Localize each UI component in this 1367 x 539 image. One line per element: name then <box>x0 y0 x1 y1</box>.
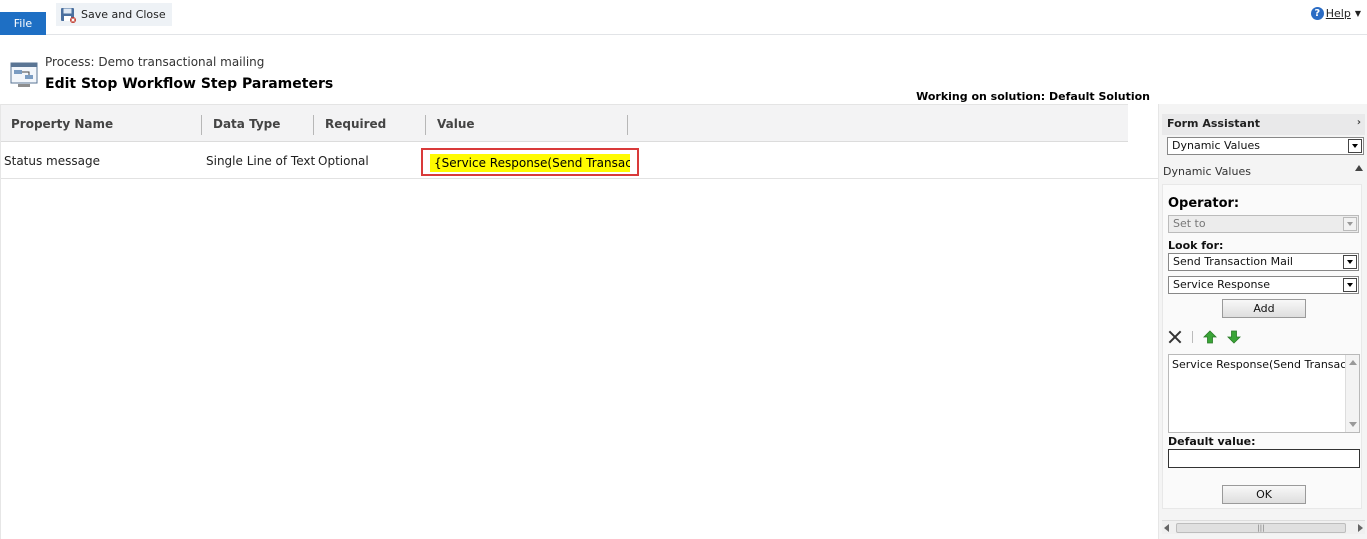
operator-value: Set to <box>1173 217 1206 230</box>
divider <box>1192 331 1193 343</box>
file-tab[interactable]: File <box>0 12 46 35</box>
form-assistant-mode-select[interactable]: Dynamic Values <box>1167 137 1364 155</box>
add-button[interactable]: Add <box>1222 299 1306 318</box>
save-close-icon <box>60 7 76 23</box>
delete-icon[interactable] <box>1168 330 1182 344</box>
page-header: Process: Demo transactional mailing Edit… <box>0 36 1160 104</box>
column-header-property-name[interactable]: Property Name <box>11 117 113 131</box>
move-down-icon[interactable] <box>1227 330 1241 344</box>
selected-dynamic-values-list[interactable]: Service Response(Send Transaction Mail) <box>1168 354 1360 433</box>
chevron-down-icon: ▼ <box>1354 9 1361 18</box>
column-separator[interactable] <box>425 115 426 135</box>
form-assistant-mode-value: Dynamic Values <box>1172 139 1260 152</box>
horizontal-scrollbar[interactable]: ||| <box>1162 520 1365 534</box>
dropdown-arrow-icon[interactable] <box>1343 278 1357 292</box>
cell-property-name: Status message <box>4 154 100 168</box>
look-for-entity-select[interactable]: Send Transaction Mail <box>1168 253 1359 271</box>
column-header-value[interactable]: Value <box>437 117 475 131</box>
help-icon: ? <box>1310 7 1324 20</box>
value-field-text[interactable]: {Service Response(Send Transaction Mail)… <box>430 154 630 172</box>
form-assistant-header[interactable]: Form Assistant › <box>1162 114 1365 135</box>
dropdown-arrow-icon[interactable] <box>1343 217 1357 231</box>
value-field[interactable]: {Service Response(Send Transaction Mail)… <box>421 148 639 176</box>
operator-label: Operator: <box>1168 196 1240 211</box>
help-label: Help <box>1325 7 1351 20</box>
process-icon <box>10 62 38 88</box>
column-header-required[interactable]: Required <box>325 117 386 131</box>
column-separator[interactable] <box>201 115 202 135</box>
look-for-label: Look for: <box>1168 239 1224 252</box>
dynamic-values-section-title: Dynamic Values <box>1163 165 1251 178</box>
column-header-data-type[interactable]: Data Type <box>213 117 280 131</box>
look-for-entity-value: Send Transaction Mail <box>1173 255 1293 268</box>
ok-button[interactable]: OK <box>1222 485 1306 504</box>
scroll-up-icon[interactable] <box>1349 360 1357 365</box>
ribbon: File Save and Close ? Help ▼ <box>0 0 1367 35</box>
form-assistant-panel: Form Assistant › Dynamic Values Dynamic … <box>1159 104 1367 539</box>
process-label: Process: Demo transactional mailing <box>45 55 265 69</box>
save-and-close-button[interactable]: Save and Close <box>56 3 172 26</box>
grid-header: Property Name Data Type Required Value <box>1 104 1128 142</box>
dynamic-values-toolbar <box>1168 329 1241 345</box>
default-value-label: Default value: <box>1168 435 1256 448</box>
collapse-icon[interactable] <box>1355 165 1363 171</box>
page-title: Edit Stop Workflow Step Parameters <box>45 76 334 92</box>
cell-data-type: Single Line of Text <box>206 154 316 168</box>
chevron-right-icon[interactable]: › <box>1357 117 1361 128</box>
cell-required: Optional <box>318 154 369 168</box>
table-row: Status message Single Line of Text Optio… <box>1 143 1158 179</box>
operator-select[interactable]: Set to <box>1168 215 1359 233</box>
dropdown-arrow-icon[interactable] <box>1348 139 1362 153</box>
column-separator[interactable] <box>627 115 628 135</box>
solution-label: Working on solution: Default Solution <box>916 90 1150 103</box>
move-up-icon[interactable] <box>1203 330 1217 344</box>
scrollbar-thumb[interactable]: ||| <box>1176 523 1346 533</box>
scroll-left-icon[interactable] <box>1164 524 1169 532</box>
column-separator[interactable] <box>313 115 314 135</box>
form-assistant-title: Form Assistant <box>1167 117 1261 130</box>
scroll-down-icon[interactable] <box>1349 422 1357 427</box>
look-for-attribute-value: Service Response <box>1173 278 1270 291</box>
selected-dynamic-value[interactable]: Service Response(Send Transaction Mail) <box>1172 358 1359 371</box>
default-value-input[interactable] <box>1168 449 1360 468</box>
help-menu[interactable]: ? Help ▼ <box>1310 7 1361 20</box>
scroll-right-icon[interactable] <box>1358 524 1363 532</box>
save-and-close-label: Save and Close <box>81 8 166 21</box>
dropdown-arrow-icon[interactable] <box>1343 255 1357 269</box>
vertical-scrollbar[interactable] <box>1345 355 1359 432</box>
look-for-attribute-select[interactable]: Service Response <box>1168 276 1359 294</box>
